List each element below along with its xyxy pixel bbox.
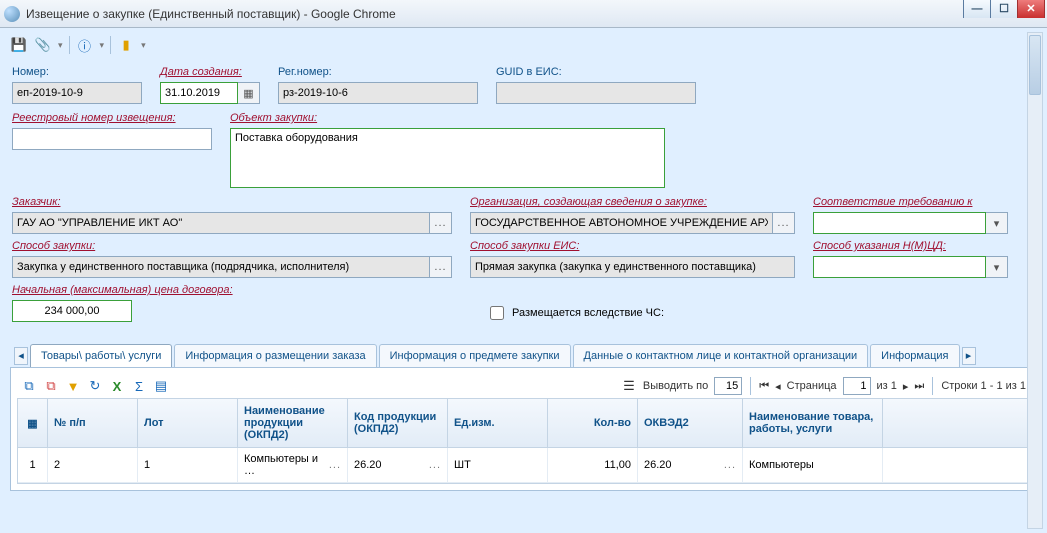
grid: ▦ № п/п Лот Наименование продукции (ОКПД…: [17, 398, 1030, 484]
tab-goods-works-services[interactable]: Товары\ работы\ услуги: [30, 344, 172, 367]
tabs-scroll-right[interactable]: ▸: [962, 347, 976, 365]
col-npp[interactable]: № п/п: [48, 399, 138, 447]
creation-date-label: Дата создания:: [160, 66, 260, 78]
org-creator-label: Организация, создающая сведения о закупк…: [470, 196, 795, 208]
col-okved[interactable]: ОКВЭД2: [638, 399, 743, 447]
object-textarea[interactable]: [230, 128, 665, 188]
row-prod-name: Компьютеры и …...: [238, 448, 348, 482]
chevron-down-icon[interactable]: ▾: [986, 256, 1008, 278]
rows-info: Строки 1 - 1 из 1: [941, 380, 1026, 392]
customer-input[interactable]: [12, 212, 430, 234]
row-npp: 2: [48, 448, 138, 482]
page-label: Страница: [787, 380, 837, 392]
emergency-checkbox[interactable]: [490, 306, 504, 320]
row-qty: 11,00: [548, 448, 638, 482]
row-lot: 1: [138, 448, 238, 482]
tabs-scroll-left[interactable]: ◂: [14, 347, 28, 365]
row-tws-name: Компьютеры: [743, 448, 883, 482]
grid-columns-icon[interactable]: ☰: [621, 378, 637, 394]
customer-lookup-button[interactable]: ...: [430, 212, 452, 234]
pager-last-icon[interactable]: ⏭: [914, 380, 924, 393]
col-tws-name[interactable]: Наименование товара, работы, услуги: [743, 399, 883, 447]
row-okved: 26.20...: [638, 448, 743, 482]
grid-refresh-icon[interactable]: ↻: [87, 378, 103, 394]
per-page-label: Выводить по: [643, 380, 708, 392]
window-title: Извещение о закупке (Единственный постав…: [26, 7, 396, 21]
method-eis-input[interactable]: [470, 256, 795, 278]
info-icon[interactable]: ⓘ: [76, 36, 94, 54]
calendar-icon[interactable]: ▦: [238, 82, 260, 104]
method-label: Способ закупки:: [12, 240, 452, 252]
attachment-icon[interactable]: 📎: [34, 36, 52, 54]
maximize-button[interactable]: ☐: [990, 0, 1018, 18]
emergency-label: Размещается вследствие ЧС:: [512, 307, 664, 319]
row-index: 1: [18, 448, 48, 482]
grid-add-icon[interactable]: ⧉: [21, 378, 37, 394]
conformity-select[interactable]: [813, 212, 986, 234]
guid-input[interactable]: [496, 82, 696, 104]
tab-information[interactable]: Информация: [870, 344, 959, 367]
db-icon[interactable]: ▮: [117, 36, 135, 54]
pager-next-icon[interactable]: ▸: [903, 380, 909, 393]
object-label: Объект закупки:: [230, 112, 665, 124]
table-row[interactable]: 1 2 1 Компьютеры и …... 26.20... ШТ 11,0…: [18, 448, 1029, 483]
col-qty[interactable]: Кол-во: [548, 399, 638, 447]
save-icon[interactable]: 💾: [10, 36, 28, 54]
org-creator-lookup-button[interactable]: ...: [773, 212, 795, 234]
grid-excel-icon[interactable]: X: [109, 378, 125, 394]
per-page-input[interactable]: [714, 377, 742, 395]
close-button[interactable]: ✕: [1017, 0, 1045, 18]
chevron-down-icon[interactable]: ▾: [986, 212, 1008, 234]
org-creator-input[interactable]: [470, 212, 773, 234]
globe-icon: [4, 6, 20, 22]
toolbar: 💾 📎 ▾ ⓘ ▾ ▮ ▾: [6, 32, 1041, 58]
col-prod-code[interactable]: Код продукции (ОКПД2): [348, 399, 448, 447]
window-titlebar: Извещение о закупке (Единственный постав…: [0, 0, 1047, 28]
tab-subject-info[interactable]: Информация о предмете закупки: [379, 344, 571, 367]
tab-contact-info[interactable]: Данные о контактном лице и контактной ор…: [573, 344, 869, 367]
pager-first-icon[interactable]: ⏮: [759, 380, 769, 393]
method-eis-label: Способ закупки ЕИС:: [470, 240, 795, 252]
col-unit[interactable]: Ед.изм.: [448, 399, 548, 447]
nmc-input[interactable]: [12, 300, 132, 322]
minimize-button[interactable]: —: [963, 0, 991, 18]
tab-order-placement-info[interactable]: Информация о размещении заказа: [174, 344, 376, 367]
row-prod-code: 26.20...: [348, 448, 448, 482]
number-label: Номер:: [12, 66, 142, 78]
reg-number-label: Рег.номер:: [278, 66, 478, 78]
customer-label: Заказчик:: [12, 196, 452, 208]
nmc-label: Начальная (максимальная) цена договора:: [12, 284, 282, 296]
grid-settings-icon[interactable]: ▤: [153, 378, 169, 394]
conformity-label: Соответствие требованию к: [813, 196, 1008, 208]
method-lookup-button[interactable]: ...: [430, 256, 452, 278]
guid-label: GUID в ЕИС:: [496, 66, 696, 78]
method-input[interactable]: [12, 256, 430, 278]
col-checkbox[interactable]: ▦: [18, 399, 48, 447]
scrollbar-vertical[interactable]: [1027, 32, 1043, 529]
page-input[interactable]: [843, 377, 871, 395]
registry-no-input[interactable]: [12, 128, 212, 150]
pager-prev-icon[interactable]: ◂: [775, 380, 781, 393]
reg-number-input[interactable]: [278, 82, 478, 104]
row-unit: ШТ: [448, 448, 548, 482]
number-input[interactable]: [12, 82, 142, 104]
nmcd-method-select[interactable]: [813, 256, 986, 278]
col-lot[interactable]: Лот: [138, 399, 238, 447]
creation-date-input[interactable]: [160, 82, 238, 104]
col-prod-name[interactable]: Наименование продукции (ОКПД2): [238, 399, 348, 447]
grid-delete-icon[interactable]: ⧉: [43, 378, 59, 394]
grid-sum-icon[interactable]: Σ: [131, 378, 147, 394]
nmcd-method-label: Способ указания Н(М)ЦД:: [813, 240, 1008, 252]
grid-filter-icon[interactable]: ▼: [65, 378, 81, 394]
registry-no-label: Реестровый номер извещения:: [12, 112, 212, 124]
page-of-label: из 1: [877, 380, 897, 392]
